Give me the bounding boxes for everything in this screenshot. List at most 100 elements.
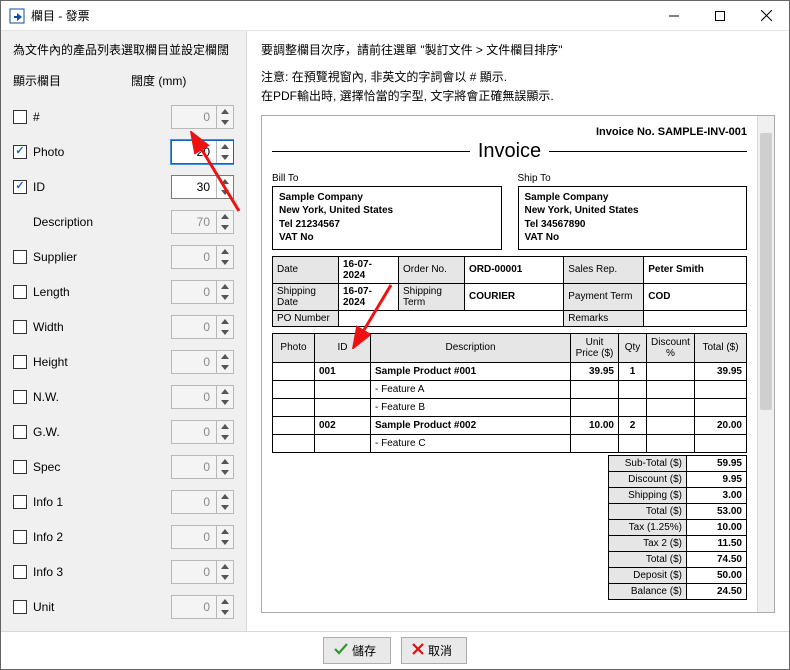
column-checkbox[interactable] bbox=[13, 495, 27, 509]
width-input[interactable] bbox=[172, 211, 216, 233]
width-spinner[interactable] bbox=[171, 105, 234, 129]
spin-up-icon[interactable] bbox=[217, 211, 233, 222]
width-input[interactable] bbox=[172, 141, 216, 163]
width-spinner[interactable] bbox=[171, 140, 234, 164]
width-spinner[interactable] bbox=[171, 560, 234, 584]
column-checkbox[interactable] bbox=[13, 460, 27, 474]
preview-area: Invoice No. SAMPLE-INV-001 Invoice Bill … bbox=[261, 115, 775, 613]
minimize-button[interactable] bbox=[651, 1, 697, 31]
width-spinner[interactable] bbox=[171, 210, 234, 234]
preview-scrollbar[interactable] bbox=[757, 116, 774, 612]
spin-up-icon[interactable] bbox=[217, 246, 233, 257]
invoice-preview: Invoice No. SAMPLE-INV-001 Invoice Bill … bbox=[272, 126, 747, 602]
spin-up-icon[interactable] bbox=[217, 596, 233, 607]
spin-down-icon[interactable] bbox=[217, 292, 233, 303]
column-checkbox[interactable] bbox=[13, 530, 27, 544]
column-checkbox[interactable] bbox=[13, 565, 27, 579]
column-label: Info 1 bbox=[33, 495, 171, 509]
spin-up-icon[interactable] bbox=[217, 386, 233, 397]
width-input[interactable] bbox=[172, 281, 216, 303]
spin-down-icon[interactable] bbox=[217, 187, 233, 198]
column-checkbox[interactable] bbox=[13, 390, 27, 404]
column-checkbox[interactable] bbox=[13, 145, 27, 159]
spin-up-icon[interactable] bbox=[217, 176, 233, 187]
spin-down-icon[interactable] bbox=[217, 152, 233, 163]
save-button[interactable]: 儲存 bbox=[323, 637, 391, 664]
width-spinner[interactable] bbox=[171, 420, 234, 444]
spin-up-icon[interactable] bbox=[217, 491, 233, 502]
tip-note: 注意: 在預覽視窗內, 非英文的字詞會以 # 顯示. 在PDF輸出時, 選擇恰當… bbox=[261, 68, 775, 106]
column-label: Unit bbox=[33, 600, 171, 614]
spin-up-icon[interactable] bbox=[217, 281, 233, 292]
width-spinner[interactable] bbox=[171, 280, 234, 304]
spin-up-icon[interactable] bbox=[217, 106, 233, 117]
column-label: Supplier bbox=[33, 250, 171, 264]
spin-up-icon[interactable] bbox=[217, 456, 233, 467]
width-input[interactable] bbox=[172, 246, 216, 268]
column-checkbox[interactable] bbox=[13, 110, 27, 124]
spin-down-icon[interactable] bbox=[217, 467, 233, 478]
width-spinner[interactable] bbox=[171, 175, 234, 199]
width-spinner[interactable] bbox=[171, 490, 234, 514]
info-table: Date16-07-2024 Order No.ORD-00001 Sales … bbox=[272, 256, 747, 327]
width-input[interactable] bbox=[172, 351, 216, 373]
preview-panel: 要調整欄目次序，請前往選單 "製訂文件 > 文件欄目排序" 注意: 在預覽視窗內… bbox=[247, 31, 789, 631]
column-checkbox[interactable] bbox=[13, 285, 27, 299]
column-label: Width bbox=[33, 320, 171, 334]
width-input[interactable] bbox=[172, 176, 216, 198]
total-row: Deposit ($)50.00 bbox=[272, 567, 747, 583]
width-input[interactable] bbox=[172, 561, 216, 583]
width-spinner[interactable] bbox=[171, 350, 234, 374]
width-spinner[interactable] bbox=[171, 595, 234, 619]
spin-down-icon[interactable] bbox=[217, 362, 233, 373]
cancel-button[interactable]: 取消 bbox=[401, 637, 467, 664]
spin-down-icon[interactable] bbox=[217, 502, 233, 513]
spin-down-icon[interactable] bbox=[217, 432, 233, 443]
width-input[interactable] bbox=[172, 106, 216, 128]
width-input[interactable] bbox=[172, 386, 216, 408]
column-checkbox[interactable] bbox=[13, 250, 27, 264]
width-spinner[interactable] bbox=[171, 455, 234, 479]
column-checkbox[interactable] bbox=[13, 425, 27, 439]
columns-header: 顯示欄目 闊度 (mm) bbox=[13, 72, 234, 89]
width-spinner[interactable] bbox=[171, 525, 234, 549]
spin-up-icon[interactable] bbox=[217, 421, 233, 432]
column-checkbox[interactable] bbox=[13, 180, 27, 194]
close-button[interactable] bbox=[743, 1, 789, 31]
maximize-button[interactable] bbox=[697, 1, 743, 31]
dialog-footer: 儲存 取消 bbox=[1, 631, 789, 669]
column-checkbox[interactable] bbox=[13, 600, 27, 614]
column-checkbox[interactable] bbox=[13, 355, 27, 369]
width-input[interactable] bbox=[172, 526, 216, 548]
width-input[interactable] bbox=[172, 491, 216, 513]
width-spinner[interactable] bbox=[171, 385, 234, 409]
spin-down-icon[interactable] bbox=[217, 117, 233, 128]
spin-down-icon[interactable] bbox=[217, 327, 233, 338]
width-input[interactable] bbox=[172, 421, 216, 443]
column-row: N.W. bbox=[13, 380, 234, 415]
column-row: Width bbox=[13, 309, 234, 344]
column-row: Supplier bbox=[13, 239, 234, 274]
spin-up-icon[interactable] bbox=[217, 316, 233, 327]
width-spinner[interactable] bbox=[171, 315, 234, 339]
spin-up-icon[interactable] bbox=[217, 526, 233, 537]
spin-down-icon[interactable] bbox=[217, 537, 233, 548]
width-input[interactable] bbox=[172, 456, 216, 478]
spin-down-icon[interactable] bbox=[217, 607, 233, 618]
scroll-thumb[interactable] bbox=[760, 133, 772, 410]
width-spinner[interactable] bbox=[171, 245, 234, 269]
spin-down-icon[interactable] bbox=[217, 222, 233, 233]
spin-down-icon[interactable] bbox=[217, 572, 233, 583]
width-input[interactable] bbox=[172, 316, 216, 338]
column-label: N.W. bbox=[33, 390, 171, 404]
column-label: Description bbox=[33, 215, 171, 229]
spin-up-icon[interactable] bbox=[217, 561, 233, 572]
column-checkbox[interactable] bbox=[13, 320, 27, 334]
width-input[interactable] bbox=[172, 596, 216, 618]
spin-up-icon[interactable] bbox=[217, 351, 233, 362]
column-row: Description bbox=[13, 204, 234, 239]
spin-down-icon[interactable] bbox=[217, 257, 233, 268]
spin-up-icon[interactable] bbox=[217, 141, 233, 152]
total-row: Shipping ($)3.00 bbox=[272, 487, 747, 503]
spin-down-icon[interactable] bbox=[217, 397, 233, 408]
